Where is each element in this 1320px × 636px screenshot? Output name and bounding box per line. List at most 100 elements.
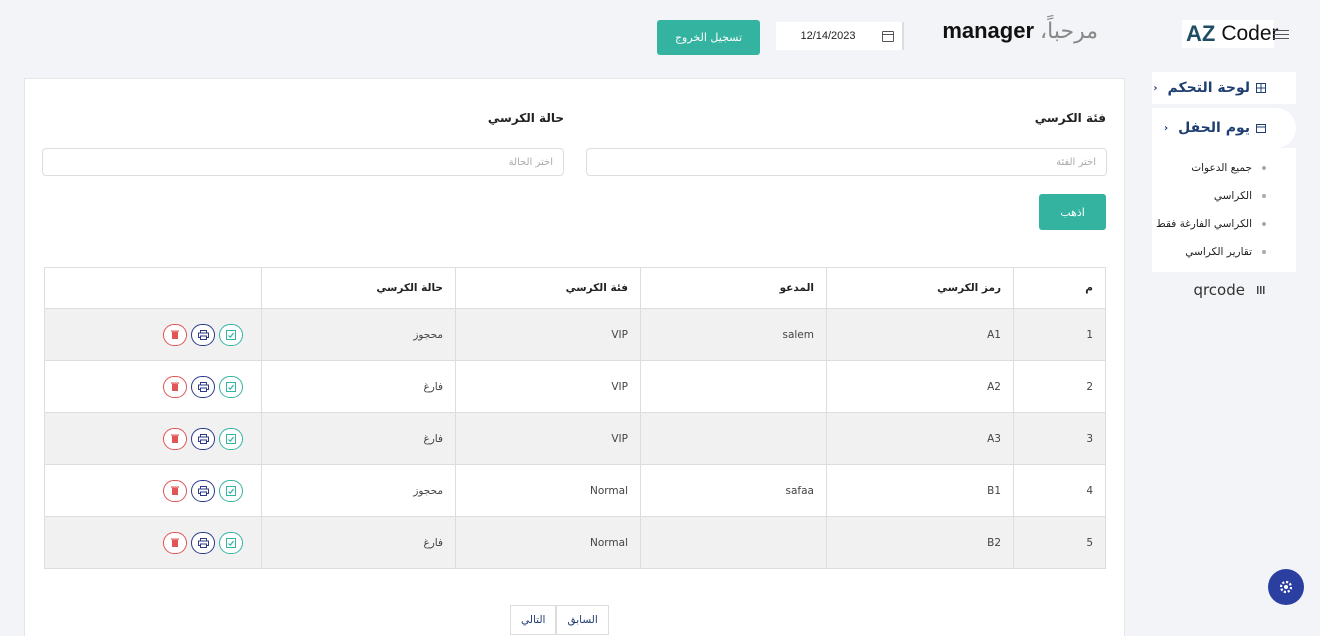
prev-page-button[interactable]: السابق [556,605,609,635]
col-header-number: م [1013,267,1106,309]
table-row: 4 B1 safaa Normal محجوز [44,464,1106,517]
edit-icon[interactable] [219,375,243,398]
submenu-item-empty-chairs[interactable]: الكراسي الفارغة فقط [1152,210,1296,238]
logout-button[interactable]: تسجيل الخروج [657,20,760,55]
submenu-label: تقارير الكراسي [1185,246,1252,258]
category-select[interactable]: اختر الفئة [586,148,1107,176]
submenu-item-chairs[interactable]: الكراسي [1152,182,1296,210]
delete-icon[interactable] [163,427,187,450]
cell-cat: Normal [455,464,641,517]
status-label: حالة الكرسي [487,111,564,125]
row-actions [57,323,249,346]
date-input[interactable] [776,30,880,42]
pagination: التالي السابق [510,605,609,635]
cell-n: 2 [1013,360,1106,413]
bullet-icon [1262,250,1266,254]
edit-icon[interactable] [219,323,243,346]
cell-cat: Normal [455,516,641,569]
sidebar-item-label: يوم الحفل [1178,120,1250,136]
submenu-label: الكراسي الفارغة فقط [1156,218,1252,230]
cell-status: فارغ [261,412,456,465]
col-header-actions [44,267,262,309]
print-icon[interactable] [191,323,215,346]
submenu-label: الكراسي [1213,190,1252,202]
table-row: 3 A3 VIP فارغ [44,412,1106,465]
top-bar: AZ Coder مرحباً، manager تسجيل الخروج [0,0,1320,72]
cell-cat: VIP [455,360,641,413]
cell-guest [640,412,827,465]
settings-gear-icon[interactable] [1268,569,1304,605]
main-panel: فئة الكرسي حالة الكرسي اختر الفئة اختر ا… [24,78,1125,636]
cell-n: 1 [1013,308,1106,361]
print-icon[interactable] [191,427,215,450]
cell-code: A1 [826,308,1014,361]
sidebar-item-label: لوحة التحكم [1167,80,1250,96]
edit-icon[interactable] [219,479,243,502]
print-icon[interactable] [191,531,215,554]
next-page-button[interactable]: التالي [510,605,557,635]
cell-guest [640,360,827,413]
cell-status: محجوز [261,308,456,361]
welcome-text: مرحباً، manager [938,18,1098,50]
hamburger-menu-icon[interactable] [1273,27,1289,41]
cell-n: 5 [1013,516,1106,569]
edit-icon[interactable] [219,531,243,554]
cell-status: فارغ [261,360,456,413]
row-actions [57,479,249,502]
sidebar-item-event-day[interactable]: يوم الحفل ‹ [1152,108,1296,148]
greeting: مرحباً، [1040,19,1098,44]
cell-code: B2 [826,516,1014,569]
print-icon[interactable] [191,375,215,398]
cell-code: A2 [826,360,1014,413]
col-header-category: فئة الكرسي [455,267,641,309]
delete-icon[interactable] [163,479,187,502]
bullet-icon [1262,194,1266,198]
edit-icon[interactable] [219,427,243,450]
delete-icon[interactable] [163,375,187,398]
print-icon[interactable] [191,479,215,502]
col-header-code: رمز الكرسي [826,267,1014,309]
submenu-item-chair-reports[interactable]: تقارير الكراسي [1152,238,1296,266]
chevron-icon: ‹ [1153,82,1158,94]
logo-coder: Coder [1221,22,1279,45]
logo: AZ Coder [1182,20,1279,48]
sidebar-item-dashboard[interactable]: لوحة التحكم ‹ [1152,72,1296,104]
cell-actions [44,464,262,517]
table-row: 5 B2 Normal فارغ [44,516,1106,569]
delete-icon[interactable] [163,323,187,346]
go-button[interactable]: اذهب [1039,194,1106,230]
cell-actions [44,360,262,413]
cell-guest: salem [640,308,827,361]
cell-n: 3 [1013,412,1106,465]
cell-guest [640,516,827,569]
date-picker[interactable] [776,22,904,50]
cell-n: 4 [1013,464,1106,517]
barcode-icon [1257,286,1266,294]
submenu: جميع الدعوات الكراسي الكراسي الفارغة فقط… [1152,148,1296,272]
cell-actions [44,308,262,361]
row-actions [57,375,249,398]
sidebar: لوحة التحكم ‹ يوم الحفل ‹ جميع الدعوات ا… [1152,72,1296,306]
row-actions [57,427,249,450]
submenu-item-all-invites[interactable]: جميع الدعوات [1152,154,1296,182]
status-select[interactable]: اختر الحالة [42,148,564,176]
cell-status: محجوز [261,464,456,517]
sidebar-item-qrcode[interactable]: qrcode [1152,274,1296,306]
bullet-icon [1262,166,1266,170]
cell-code: A3 [826,412,1014,465]
calendar-icon[interactable] [882,30,894,42]
category-label: فئة الكرسي [1034,111,1106,125]
cell-cat: VIP [455,412,641,465]
cell-actions [44,516,262,569]
row-actions [57,531,249,554]
col-header-status: حالة الكرسي [261,267,456,309]
cell-guest: safaa [640,464,827,517]
cell-cat: VIP [455,308,641,361]
cell-actions [44,412,262,465]
calendar-icon [1256,124,1266,133]
col-header-guest: المدعو [640,267,827,309]
chairs-table: م رمز الكرسي المدعو فئة الكرسي حالة الكر… [44,267,1106,569]
username: manager [942,18,1035,43]
table-row: 1 A1 salem VIP محجوز [44,308,1106,361]
delete-icon[interactable] [163,531,187,554]
